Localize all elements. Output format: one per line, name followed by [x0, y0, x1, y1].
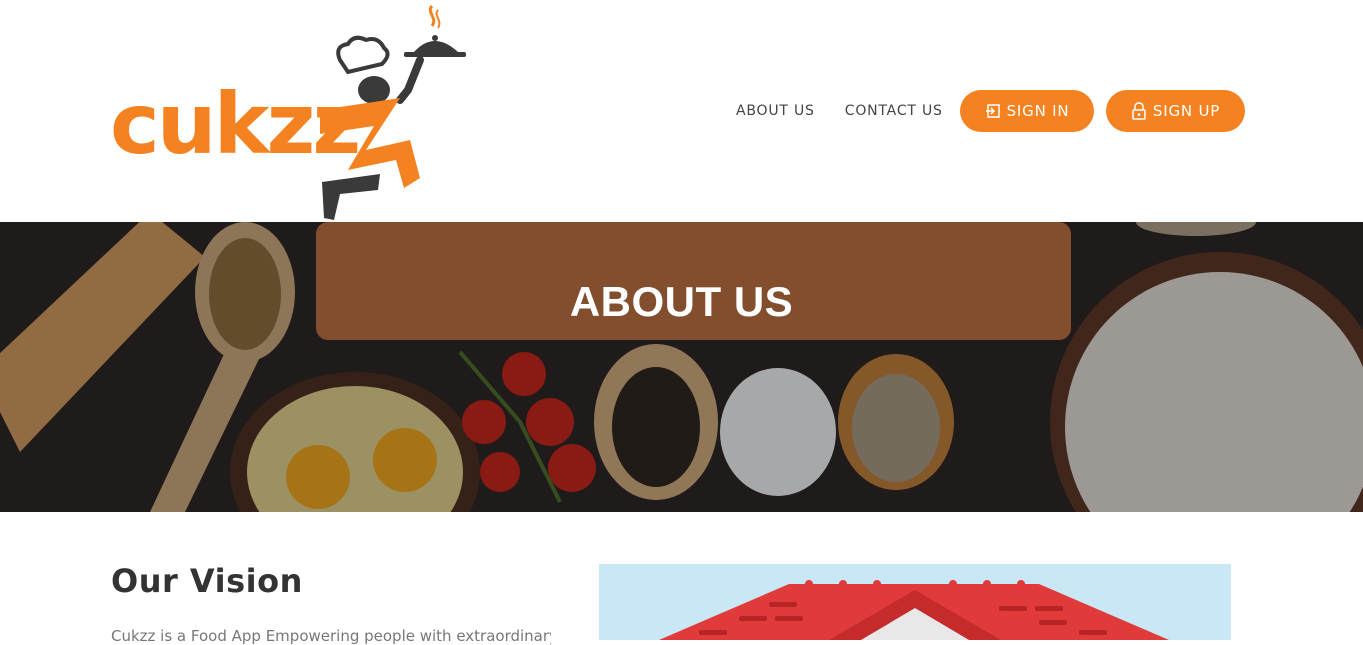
cukzz-logo[interactable]: cukzz	[108, 0, 478, 222]
nav-contact-us[interactable]: CONTACT US	[845, 103, 943, 119]
logo-wordmark: cukzz	[110, 75, 361, 173]
site-header: cukzz ABOUT US CONTACT US SIGN IN SIGN U…	[0, 0, 1363, 222]
main-nav: ABOUT US CONTACT US	[736, 90, 943, 132]
lock-icon	[1132, 102, 1146, 120]
hero-overlay	[0, 222, 1363, 512]
sign-in-button[interactable]: SIGN IN	[960, 90, 1094, 132]
vision-heading: Our Vision	[111, 562, 303, 600]
house-roof-icon	[599, 564, 1231, 640]
house-illustration	[599, 564, 1231, 640]
hero-title: ABOUT US	[569, 278, 794, 325]
hero-banner: ABOUT US	[0, 222, 1363, 512]
sign-in-label: SIGN IN	[1006, 102, 1070, 120]
vision-text: Cukzz is a Food App Empowering people wi…	[111, 627, 551, 645]
sign-up-button[interactable]: SIGN UP	[1106, 90, 1245, 132]
nav-about-us[interactable]: ABOUT US	[736, 103, 815, 119]
sign-in-icon	[985, 104, 1000, 118]
sign-up-label: SIGN UP	[1152, 102, 1221, 120]
